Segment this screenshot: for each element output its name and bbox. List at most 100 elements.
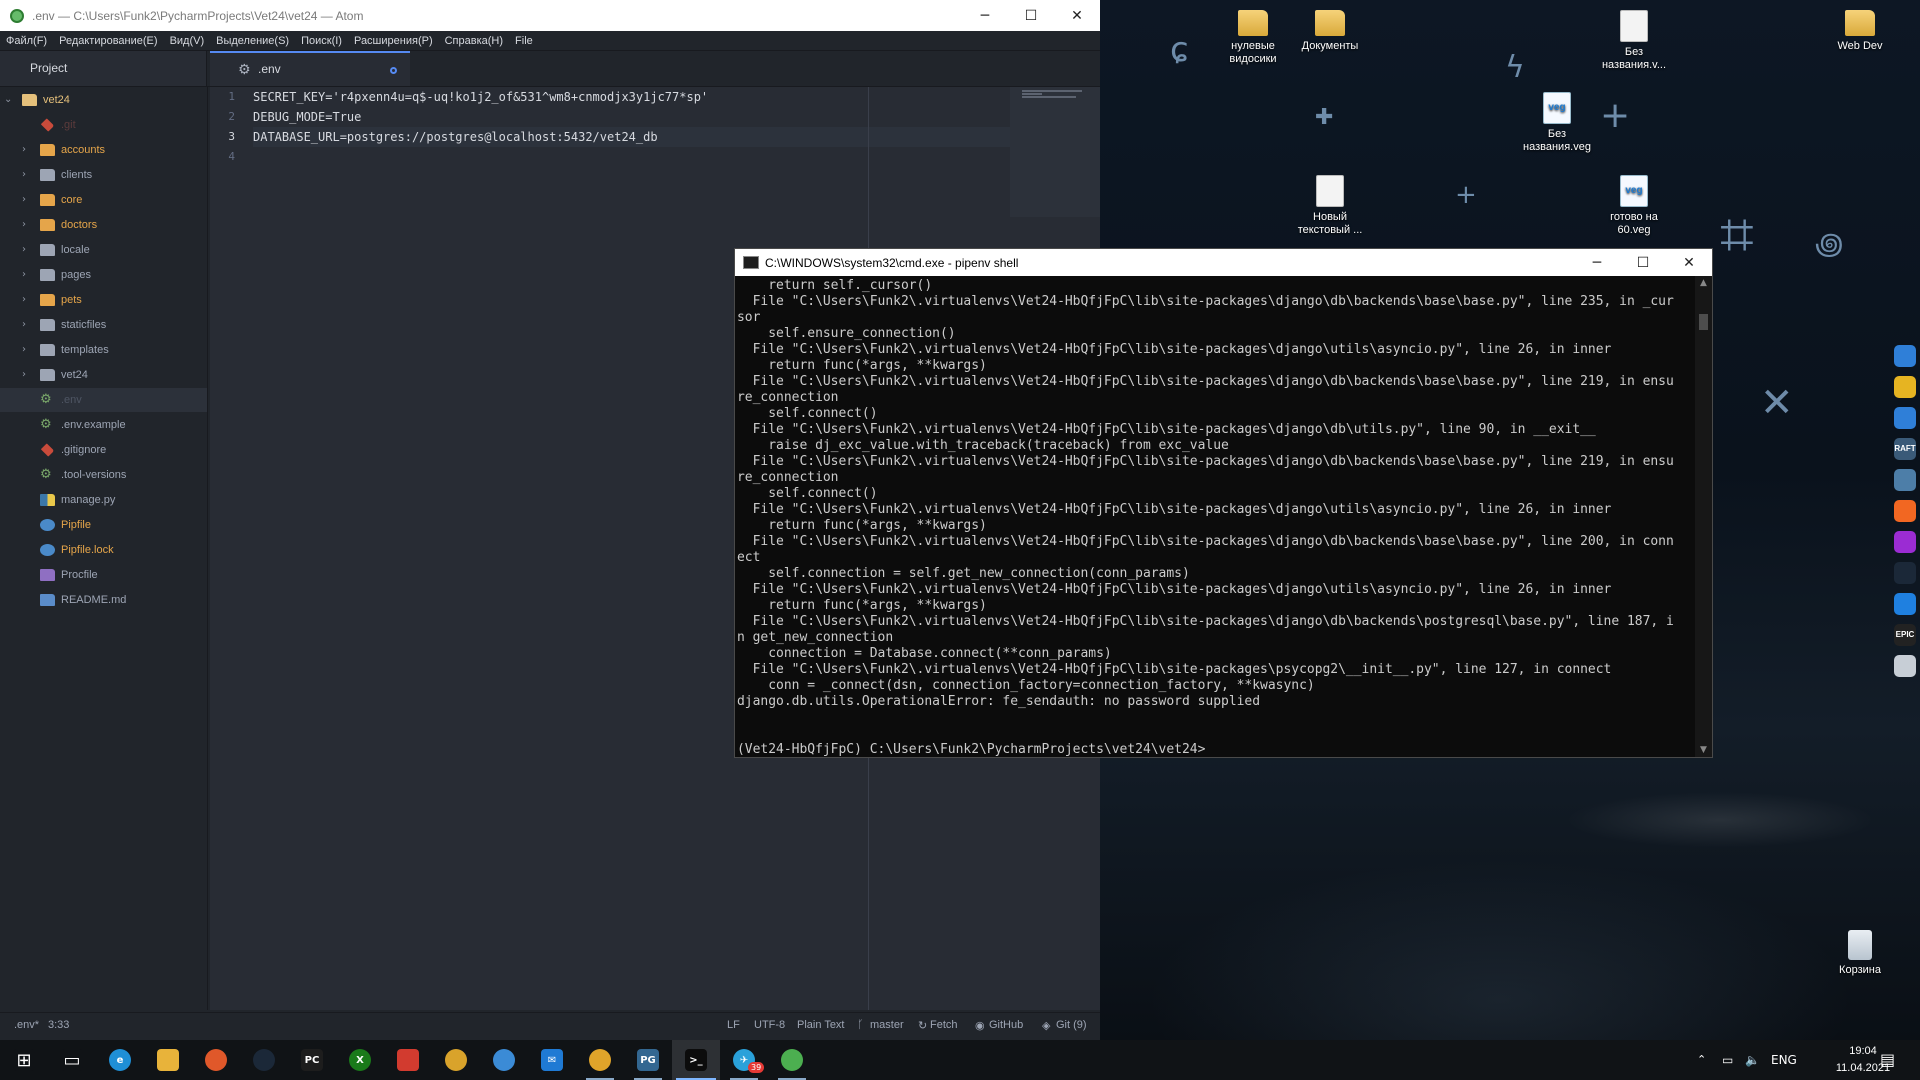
- close-button[interactable]: ✕: [1666, 247, 1712, 278]
- chevron-down-icon[interactable]: ⌄: [4, 88, 14, 112]
- start-button[interactable]: ⊞: [0, 1040, 48, 1080]
- maximize-button[interactable]: ☐: [1008, 0, 1054, 31]
- edge-taskbar-button[interactable]: e: [96, 1040, 144, 1080]
- tree-file-item[interactable]: ⚙ .env: [0, 388, 207, 412]
- recycle-icon[interactable]: [1894, 655, 1916, 677]
- desktop-icon[interactable]: Новый текстовый ...: [1290, 175, 1370, 237]
- desktop-icon[interactable]: нулевые видосики: [1213, 10, 1293, 66]
- mail-icon[interactable]: [1894, 345, 1916, 367]
- menu-help[interactable]: Справка(H): [445, 35, 503, 47]
- opera-icon[interactable]: [1894, 531, 1916, 553]
- minimize-button[interactable]: ─: [962, 0, 1008, 31]
- mail-taskbar-button[interactable]: ✉: [528, 1040, 576, 1080]
- chevron-right-icon[interactable]: ›: [22, 163, 32, 187]
- scroll-down-icon[interactable]: ▼: [1695, 745, 1712, 755]
- chevron-right-icon[interactable]: ›: [22, 313, 32, 337]
- tree-file-item[interactable]: Pipfile: [0, 513, 207, 537]
- chevron-right-icon[interactable]: ›: [22, 238, 32, 262]
- status-file-name[interactable]: .env*: [14, 1019, 39, 1031]
- desktop-icon[interactable]: veg готово на 60.veg: [1594, 175, 1674, 237]
- desktop-icon[interactable]: veg Без названия.veg: [1517, 92, 1597, 154]
- tree-file-item[interactable]: .git: [0, 113, 207, 137]
- status-cursor-position[interactable]: 3:33: [48, 1019, 69, 1031]
- tab-env[interactable]: ⚙ .env: [210, 51, 410, 86]
- tree-folder-item[interactable]: › vet24: [0, 363, 207, 387]
- chevron-right-icon[interactable]: ›: [22, 338, 32, 362]
- terminal-output[interactable]: return self._cursor() File "C:\Users\Fun…: [737, 278, 1692, 757]
- language-indicator[interactable]: ENG: [1771, 1040, 1797, 1080]
- network-icon[interactable]: ▭: [1722, 1040, 1733, 1080]
- tree-folder-item[interactable]: › pets: [0, 288, 207, 312]
- crossover-taskbar-button[interactable]: [384, 1040, 432, 1080]
- raft-icon[interactable]: RAFT: [1894, 438, 1916, 460]
- tree-file-item[interactable]: Procfile: [0, 563, 207, 587]
- tree-file-item[interactable]: ⚙ .tool-versions: [0, 463, 207, 487]
- tree-folder-item[interactable]: › accounts: [0, 138, 207, 162]
- photos-icon[interactable]: [1894, 469, 1916, 491]
- tree-folder-item[interactable]: › core: [0, 188, 207, 212]
- minimize-button[interactable]: ─: [1574, 247, 1620, 278]
- cmd-titlebar[interactable]: C:\WINDOWS\system32\cmd.exe - pipenv she…: [735, 249, 1712, 276]
- epic-icon[interactable]: EPIC: [1894, 624, 1916, 646]
- chevron-right-icon[interactable]: ›: [22, 188, 32, 212]
- status-github[interactable]: GitHub: [989, 1019, 1023, 1031]
- desktop-icon[interactable]: Web Dev: [1820, 10, 1900, 53]
- tree-folder-item[interactable]: › locale: [0, 238, 207, 262]
- notes-icon[interactable]: [1894, 376, 1916, 398]
- minimap[interactable]: [1010, 87, 1100, 217]
- atom-taskbar-button[interactable]: [768, 1040, 816, 1080]
- code-line[interactable]: DEBUG_MODE=True: [253, 107, 361, 127]
- status-git[interactable]: Git (9): [1056, 1019, 1087, 1031]
- chevron-right-icon[interactable]: ›: [22, 263, 32, 287]
- tray-overflow-icon[interactable]: ⌃: [1697, 1040, 1706, 1080]
- chrome-taskbar-button[interactable]: [432, 1040, 480, 1080]
- notifications-icon[interactable]: ▤: [1880, 1040, 1895, 1080]
- modified-indicator-icon[interactable]: [390, 67, 397, 74]
- tree-folder-item[interactable]: › doctors: [0, 213, 207, 237]
- menu-view[interactable]: Вид(V): [170, 35, 205, 47]
- chevron-right-icon[interactable]: ›: [22, 213, 32, 237]
- explorer-taskbar-button[interactable]: [144, 1040, 192, 1080]
- drop-taskbar-button[interactable]: [480, 1040, 528, 1080]
- code-line[interactable]: SECRET_KEY='r4pxenn4u=q$-uq!ko1j2_of&531…: [253, 87, 708, 107]
- chevron-right-icon[interactable]: ›: [22, 363, 32, 387]
- desktop-icon[interactable]: Документы: [1290, 10, 1370, 53]
- atom-titlebar[interactable]: .env — C:\Users\Funk2\PycharmProjects\Ve…: [0, 0, 1100, 31]
- chevron-right-icon[interactable]: ›: [22, 288, 32, 312]
- status-branch[interactable]: master: [870, 1019, 904, 1031]
- tree-file-item[interactable]: README.md: [0, 588, 207, 612]
- chevron-right-icon[interactable]: ›: [22, 138, 32, 162]
- scrollbar-thumb[interactable]: [1699, 314, 1708, 330]
- uplay-icon[interactable]: [1894, 593, 1916, 615]
- maximize-button[interactable]: ☐: [1620, 247, 1666, 278]
- status-encoding[interactable]: UTF-8: [754, 1019, 785, 1031]
- menu-file-extra[interactable]: File: [515, 35, 533, 47]
- tree-file-item[interactable]: .gitignore: [0, 438, 207, 462]
- tree-file-item[interactable]: ⚙ .env.example: [0, 413, 207, 437]
- pycharm-taskbar-button[interactable]: PC: [288, 1040, 336, 1080]
- desktop-icon[interactable]: Корзина: [1820, 930, 1900, 977]
- tree-file-item[interactable]: manage.py: [0, 488, 207, 512]
- menu-file[interactable]: Файл(F): [6, 35, 47, 47]
- tree-folder-item[interactable]: › pages: [0, 263, 207, 287]
- task-view-button[interactable]: ▭: [48, 1040, 96, 1080]
- onedrive-icon[interactable]: [1894, 407, 1916, 429]
- tab-project[interactable]: Project: [0, 51, 207, 86]
- scroll-up-icon[interactable]: ▲: [1695, 278, 1712, 288]
- volume-icon[interactable]: 🔈: [1745, 1040, 1760, 1080]
- code-line[interactable]: DATABASE_URL=postgres://postgres@localho…: [253, 127, 1093, 147]
- menu-selection[interactable]: Выделение(S): [216, 35, 289, 47]
- firefox-taskbar-button[interactable]: [192, 1040, 240, 1080]
- tree-folder-item[interactable]: › clients: [0, 163, 207, 187]
- postgres-taskbar-button[interactable]: PG: [624, 1040, 672, 1080]
- steam-icon[interactable]: [1894, 562, 1916, 584]
- menu-find[interactable]: Поиск(I): [301, 35, 342, 47]
- menu-packages[interactable]: Расширения(P): [354, 35, 433, 47]
- tree-folder-item[interactable]: ⌄ vet24: [0, 88, 207, 112]
- chrome-running-taskbar-button[interactable]: [576, 1040, 624, 1080]
- tree-folder-item[interactable]: › staticfiles: [0, 313, 207, 337]
- scrollbar[interactable]: ▲ ▼: [1695, 276, 1712, 757]
- cmd-taskbar-button[interactable]: >_: [672, 1040, 720, 1080]
- close-button[interactable]: ✕: [1054, 0, 1100, 31]
- tree-folder-item[interactable]: › templates: [0, 338, 207, 362]
